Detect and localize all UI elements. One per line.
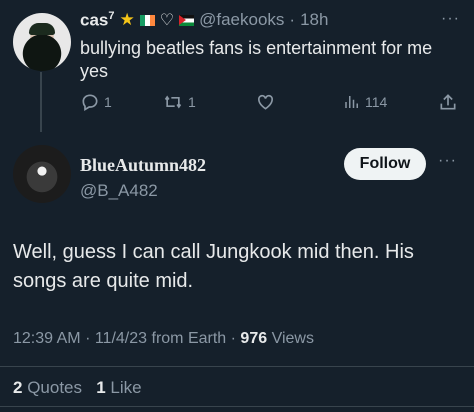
date[interactable]: 11/4/23 (95, 330, 147, 347)
retweet-icon (164, 95, 182, 109)
reply-icon (82, 94, 98, 111)
action-bar: 1 1 114 (80, 92, 460, 116)
likes-link[interactable]: 1 Like (96, 378, 141, 397)
separator-dot: · (230, 330, 236, 347)
thread-line (40, 72, 42, 132)
separator-dot: · (85, 330, 91, 347)
tweet-meta: 12:39 AM · 11/4/23 from Earth · 976 View… (13, 330, 314, 348)
heart-outline-emoji: ♡ (159, 12, 175, 30)
divider (0, 366, 474, 367)
star-emoji: ★ (119, 10, 135, 30)
quotes-link[interactable]: 2 Quotes (13, 378, 82, 397)
more-icon[interactable]: ··· (441, 10, 460, 28)
like-button[interactable] (255, 92, 276, 112)
engagement-stats: 2 Quotes 1 Like (13, 378, 142, 398)
divider (0, 406, 474, 407)
reply-button[interactable]: 1 (80, 92, 112, 112)
views-icon (345, 96, 358, 108)
share-button[interactable] (438, 92, 458, 112)
reply-text: bullying beatles fans is entertainment f… (80, 38, 433, 81)
ireland-flag (139, 14, 155, 26)
retweet-button[interactable]: 1 (162, 92, 196, 112)
timestamp[interactable]: 12:39 AM (13, 330, 81, 347)
views-button[interactable]: 114 (343, 92, 387, 112)
views-count: 976 (240, 330, 268, 347)
timestamp[interactable]: 18h (300, 10, 328, 30)
avatar[interactable] (13, 13, 71, 71)
views-label: Views (271, 330, 314, 347)
handle[interactable]: @faekooks (199, 10, 284, 30)
handle[interactable]: @B_A482 (80, 181, 158, 201)
more-icon[interactable]: ··· (438, 152, 457, 170)
source: from Earth (151, 330, 227, 347)
follow-button[interactable]: Follow (344, 148, 426, 180)
separator-dot: · (289, 10, 296, 30)
display-name[interactable]: cas7 (80, 10, 115, 31)
palestine-flag (179, 14, 195, 26)
share-icon (440, 94, 456, 110)
tweet-text: Well, guess I can call Jungkook mid then… (13, 241, 414, 292)
like-icon (258, 94, 273, 110)
reply-header: cas7 ★ ♡ @faekooks · 18h (80, 10, 328, 31)
avatar[interactable] (13, 145, 71, 203)
display-name[interactable]: BlueAutumn482 (80, 155, 206, 176)
